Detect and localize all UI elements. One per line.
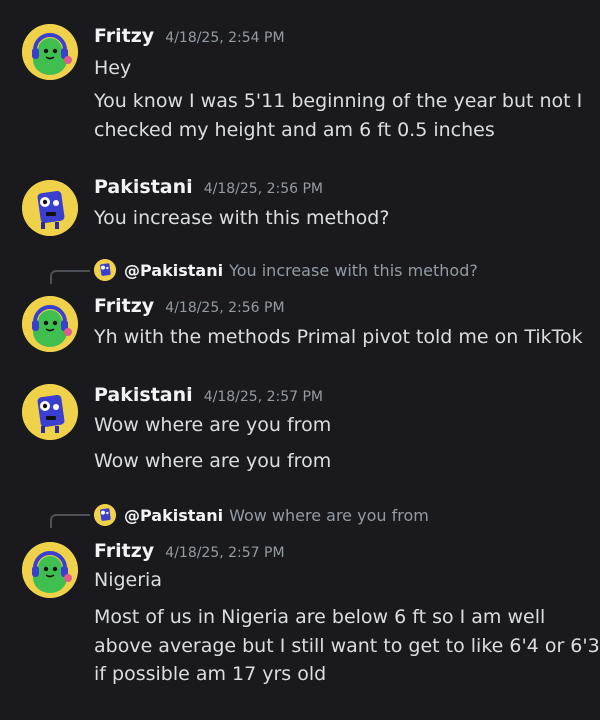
reply-text: You increase with this method? bbox=[229, 260, 478, 280]
green-headphones-avatar-icon bbox=[22, 542, 78, 598]
message-header: Fritzy 4/18/25, 2:54 PM bbox=[94, 25, 285, 47]
author-name[interactable]: Pakistani bbox=[94, 384, 193, 406]
message-text: Nigeria bbox=[94, 569, 162, 591]
author-name[interactable]: Fritzy bbox=[94, 25, 154, 47]
author-name[interactable]: Pakistani bbox=[94, 176, 193, 198]
reply-preview[interactable]: @Pakistani You increase with this method… bbox=[94, 259, 478, 281]
message-header: Pakistani 4/18/25, 2:56 PM bbox=[94, 176, 323, 198]
timestamp: 4/18/25, 2:56 PM bbox=[203, 181, 324, 197]
timestamp: 4/18/25, 2:54 PM bbox=[165, 30, 285, 46]
avatar[interactable] bbox=[22, 296, 78, 352]
message-text: Hey bbox=[94, 57, 132, 79]
reply-author[interactable]: @Pakistani bbox=[124, 261, 223, 280]
reply-author[interactable]: @Pakistani bbox=[124, 506, 223, 525]
message-text: above average but I still want to get to… bbox=[94, 635, 600, 657]
message-text: Wow where are you from bbox=[94, 414, 332, 436]
avatar[interactable] bbox=[22, 542, 78, 598]
message-text: checked my height and am 6 ft 0.5 inches bbox=[94, 119, 495, 141]
reply-avatar bbox=[94, 259, 116, 281]
green-headphones-avatar-icon bbox=[22, 24, 78, 80]
message-text: Wow where are you from bbox=[94, 450, 332, 472]
author-name[interactable]: Fritzy bbox=[94, 540, 154, 562]
message-text: Yh with the methods Primal pivot told me… bbox=[94, 326, 583, 348]
message-text: You increase with this method? bbox=[94, 207, 390, 229]
timestamp: 4/18/25, 2:56 PM bbox=[165, 300, 285, 316]
reply-spine bbox=[50, 270, 90, 284]
message-text: Most of us in Nigeria are below 6 ft so … bbox=[94, 606, 546, 628]
avatar[interactable] bbox=[22, 180, 78, 236]
message-header: Fritzy 4/18/25, 2:57 PM bbox=[94, 540, 285, 562]
reply-spine bbox=[50, 514, 90, 528]
avatar[interactable] bbox=[22, 24, 78, 80]
message-text: if possible am 17 yrs old bbox=[94, 663, 327, 685]
author-name[interactable]: Fritzy bbox=[94, 295, 154, 317]
blue-robot-avatar-icon bbox=[94, 504, 116, 526]
blue-robot-avatar-icon bbox=[22, 180, 78, 236]
message-header: Fritzy 4/18/25, 2:56 PM bbox=[94, 295, 285, 317]
reply-avatar bbox=[94, 504, 116, 526]
blue-robot-avatar-icon bbox=[22, 384, 78, 440]
reply-text: Wow where are you from bbox=[229, 505, 429, 525]
message-text: You know I was 5'11 beginning of the yea… bbox=[94, 90, 583, 112]
blue-robot-avatar-icon bbox=[94, 259, 116, 281]
green-headphones-avatar-icon bbox=[22, 296, 78, 352]
message-header: Pakistani 4/18/25, 2:57 PM bbox=[94, 384, 323, 406]
reply-preview[interactable]: @Pakistani Wow where are you from bbox=[94, 504, 429, 526]
timestamp: 4/18/25, 2:57 PM bbox=[203, 389, 324, 405]
avatar[interactable] bbox=[22, 384, 78, 440]
timestamp: 4/18/25, 2:57 PM bbox=[165, 545, 285, 561]
